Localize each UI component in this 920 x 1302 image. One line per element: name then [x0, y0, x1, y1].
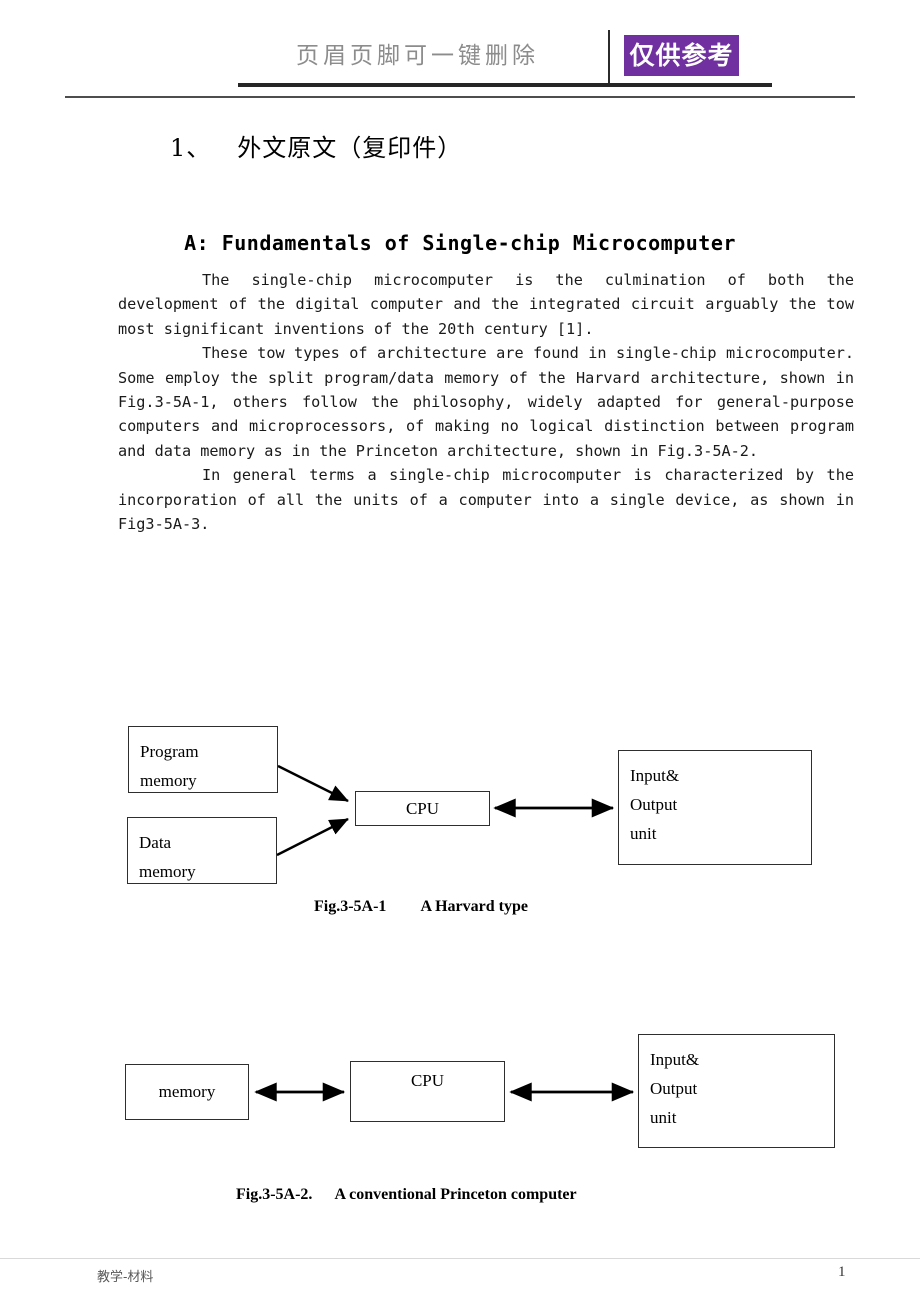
box-memory-princeton: memory — [125, 1064, 249, 1120]
box-io-unit-harvard-line1: Input& — [630, 766, 680, 785]
figure-harvard-caption-title: A Harvard type — [420, 898, 528, 915]
figure-princeton-caption-label: Fig.3-5A-2. — [236, 1186, 313, 1203]
box-io-unit-harvard: Input& Output unit — [618, 750, 812, 865]
box-data-memory-line2: memory — [139, 862, 196, 881]
box-io-unit-harvard-line3: unit — [630, 824, 657, 843]
box-cpu-princeton-label: CPU — [410, 1071, 445, 1090]
arrow-program-memory-to-cpu — [277, 764, 349, 803]
box-io-unit-princeton-line1: Input& — [650, 1050, 700, 1069]
paragraph-2: These tow types of architecture are foun… — [118, 344, 854, 460]
arrow-data-memory-to-cpu — [276, 817, 349, 857]
box-cpu-harvard: CPU — [355, 791, 490, 826]
header-full-rule — [65, 96, 855, 98]
header-reference-badge: 仅供参考 — [624, 35, 739, 76]
box-program-memory-line1: Program — [140, 742, 199, 761]
header-vertical-divider — [608, 30, 610, 84]
box-io-unit-princeton-line3: unit — [650, 1108, 677, 1127]
box-cpu-harvard-label: CPU — [405, 798, 440, 818]
figure-princeton-caption: Fig.3-5A-2. A conventional Princeton comp… — [236, 1186, 577, 1204]
box-io-unit-princeton: Input& Output unit — [638, 1034, 835, 1148]
article-heading: A: Fundamentals of Single-chip Microcomp… — [184, 231, 736, 255]
box-memory-princeton-label: memory — [158, 1082, 216, 1101]
page-number: 1 — [838, 1264, 846, 1280]
box-data-memory-line1: Data — [139, 833, 172, 852]
box-program-memory-line2: memory — [140, 771, 197, 790]
header-inner-block: 页眉页脚可一键删除 仅供参考 — [196, 30, 772, 87]
section-title: 外文原文（复印件） — [237, 134, 463, 162]
section-number: 1、 — [170, 134, 212, 162]
paragraph-3: In general terms a single-chip microcomp… — [118, 466, 854, 534]
figure-princeton-caption-title: A conventional Princeton computer — [334, 1186, 577, 1203]
box-data-memory: Data memory — [127, 817, 277, 884]
header-watermark-text: 页眉页脚可一键删除 — [296, 43, 539, 69]
figure-princeton: memory CPU Input& Output unit Fig.3-5A-2… — [0, 1020, 920, 1235]
page-footer: 教学-材料 1 — [0, 1258, 920, 1298]
box-program-memory: Program memory — [128, 726, 278, 793]
box-io-unit-harvard-line2: Output — [630, 795, 678, 814]
box-io-unit-princeton-line2: Output — [650, 1079, 698, 1098]
article-body: The single-chip microcomputer is the cul… — [118, 268, 854, 536]
header-inner-rule — [238, 83, 772, 87]
box-cpu-princeton: CPU — [350, 1061, 505, 1122]
figure-harvard-caption: Fig.3-5A-1 A Harvard type — [314, 898, 528, 916]
footer-rule — [0, 1258, 920, 1259]
paragraph-1: The single-chip microcomputer is the cul… — [118, 271, 854, 338]
figure-harvard-caption-label: Fig.3-5A-1 — [314, 898, 387, 915]
page-header: 页眉页脚可一键删除 仅供参考 — [0, 0, 920, 100]
figure-harvard: Program memory Data memory CPU Input& Ou… — [0, 700, 920, 935]
footer-label: 教学-材料 — [97, 1270, 154, 1285]
page-title: 1、 外文原文（复印件） — [170, 128, 462, 163]
